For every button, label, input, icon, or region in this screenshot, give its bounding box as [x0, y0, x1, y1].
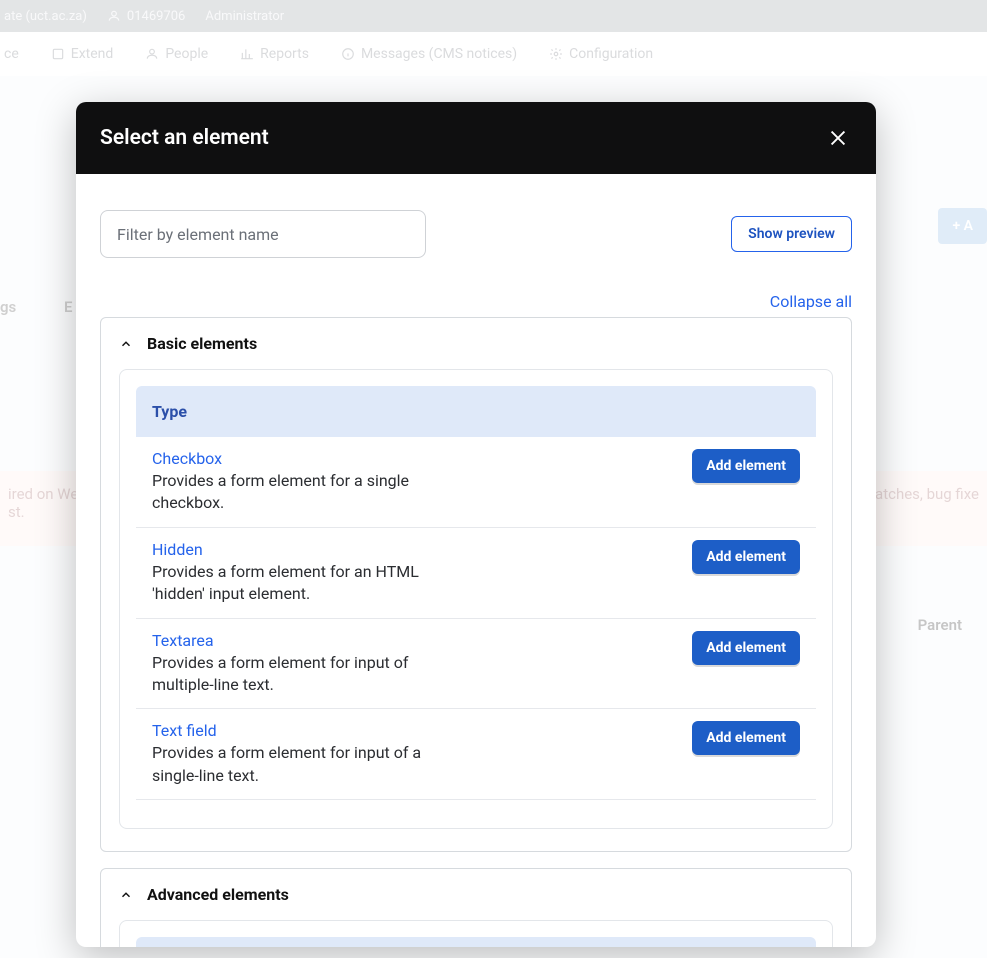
show-preview-button[interactable]: Show preview	[731, 216, 852, 252]
select-element-modal: Select an element Show preview Collapse …	[76, 102, 876, 947]
element-name-link[interactable]: Hidden	[152, 540, 203, 559]
add-element-button[interactable]: Add element	[692, 540, 800, 574]
close-icon	[827, 127, 849, 149]
add-element-button[interactable]: Add element	[692, 449, 800, 483]
element-name-link[interactable]: Checkbox	[152, 449, 222, 468]
section-toggle[interactable]: Advanced elements	[101, 869, 851, 920]
type-header	[136, 937, 816, 947]
modal-title: Select an element	[100, 126, 269, 150]
section-title: Advanced elements	[147, 885, 289, 904]
chevron-up-icon	[119, 337, 133, 351]
filter-input[interactable]	[100, 210, 426, 258]
element-description: Provides a form element for a single che…	[152, 470, 452, 515]
element-description: Provides a form element for input of mul…	[152, 652, 452, 697]
element-name-link[interactable]: Text field	[152, 721, 217, 740]
elements-card: Type Checkbox Provides a form element fo…	[119, 369, 833, 829]
element-description: Provides a form element for an HTML 'hid…	[152, 561, 452, 606]
section-title: Basic elements	[147, 334, 257, 353]
modal-body: Show preview Collapse all Basic elements…	[76, 174, 876, 947]
section-advanced-elements: Advanced elements	[100, 868, 852, 947]
chevron-up-icon	[119, 888, 133, 902]
element-row: Hidden Provides a form element for an HT…	[136, 528, 816, 619]
element-description: Provides a form element for input of a s…	[152, 742, 452, 787]
type-header: Type	[136, 386, 816, 437]
add-element-button[interactable]: Add element	[692, 721, 800, 755]
element-row: Text field Provides a form element for i…	[136, 709, 816, 800]
element-row: Checkbox Provides a form element for a s…	[136, 437, 816, 528]
element-row: Textarea Provides a form element for inp…	[136, 619, 816, 710]
section-basic-elements: Basic elements Type Checkbox Provides a …	[100, 317, 852, 852]
add-element-button[interactable]: Add element	[692, 631, 800, 665]
element-name-link[interactable]: Textarea	[152, 631, 214, 650]
collapse-all-link[interactable]: Collapse all	[100, 292, 852, 311]
elements-card	[119, 920, 833, 947]
section-toggle[interactable]: Basic elements	[101, 318, 851, 369]
modal-header: Select an element	[76, 102, 876, 174]
close-button[interactable]	[824, 124, 852, 152]
